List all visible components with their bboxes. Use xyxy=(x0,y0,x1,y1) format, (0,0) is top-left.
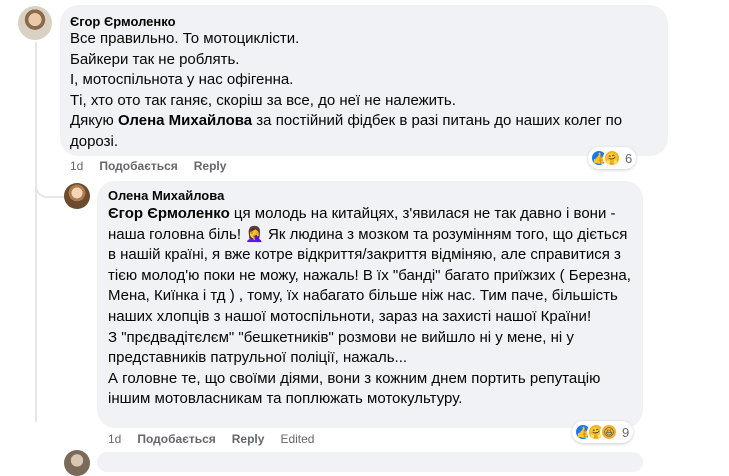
comment-author[interactable]: Олена Михайлова xyxy=(108,188,224,203)
mention-link[interactable]: Єгор Єрмоленко xyxy=(108,205,230,222)
like-button[interactable]: Подобається xyxy=(137,432,215,446)
reply-button[interactable]: Reply xyxy=(194,159,227,173)
comment-line: дорозі. xyxy=(70,132,118,150)
avatar[interactable] xyxy=(18,6,52,40)
thanks-prefix: Дякую xyxy=(70,112,118,130)
mention-link[interactable]: Олена Михайлова xyxy=(118,112,252,129)
thread-line xyxy=(35,42,37,422)
comment-bubble: Єгор Єрмоленко Все правильно. То мотоцик… xyxy=(60,5,668,156)
avatar[interactable] xyxy=(64,450,90,476)
comment-line: Байкери так не роблять. xyxy=(70,50,240,68)
comment-author[interactable]: Єгор Єрмоленко xyxy=(70,14,176,29)
comment-paragraph: А головне те, що своїми діями, вони з ко… xyxy=(108,369,601,408)
comment-paragraph-text: ця молодь на китайцях, з'явилася не так … xyxy=(108,205,631,325)
care-icon: 🤗 xyxy=(603,149,621,167)
reaction-summary[interactable]: 👍 🤗 😆 9 xyxy=(572,421,634,443)
reaction-summary[interactable]: 👍 🤗 6 xyxy=(588,147,637,169)
comment-line: Все правильно. То мотоциклісти. xyxy=(70,30,300,47)
comment-paragraph: Єгор Єрмоленко ця молодь на китайцях, з'… xyxy=(108,204,638,328)
reply-button[interactable]: Reply xyxy=(232,432,265,446)
comment-bubble: Олена Михайлова Єгор Єрмоленко ця молодь… xyxy=(97,181,643,428)
comment-line: І, мотоспільнота у нас офігенна. xyxy=(70,71,294,89)
comment-line: Ті, хто ото так ганяє, скоріш за все, до… xyxy=(70,91,456,109)
comment-text: Все правильно. То мотоциклісти. Байкери … xyxy=(70,29,660,153)
comment-actions: 1d Подобається Reply xyxy=(70,159,226,173)
comment-text: Єгор Єрмоленко ця молодь на китайцях, з'… xyxy=(108,204,638,410)
thanks-rest: за постійний фідбек в разі питань до наш… xyxy=(252,112,623,130)
comment-line: Дякую Олена Михайлова за постійний фідбе… xyxy=(70,111,660,132)
edited-label[interactable]: Edited xyxy=(280,432,314,446)
haha-icon: 😆 xyxy=(600,423,618,441)
timestamp[interactable]: 1d xyxy=(108,432,121,446)
reaction-count: 6 xyxy=(625,150,633,166)
reply-connector xyxy=(35,176,65,198)
avatar[interactable] xyxy=(64,183,90,209)
reaction-count: 9 xyxy=(622,424,630,440)
like-button[interactable]: Подобається xyxy=(99,159,177,173)
comment-actions: 1d Подобається Reply Edited xyxy=(108,432,314,446)
comment-paragraph: З "прєдвадітєлєм" "бешкетників" розмови … xyxy=(108,328,574,367)
timestamp[interactable]: 1d xyxy=(70,159,83,173)
comment-bubble xyxy=(97,452,643,472)
